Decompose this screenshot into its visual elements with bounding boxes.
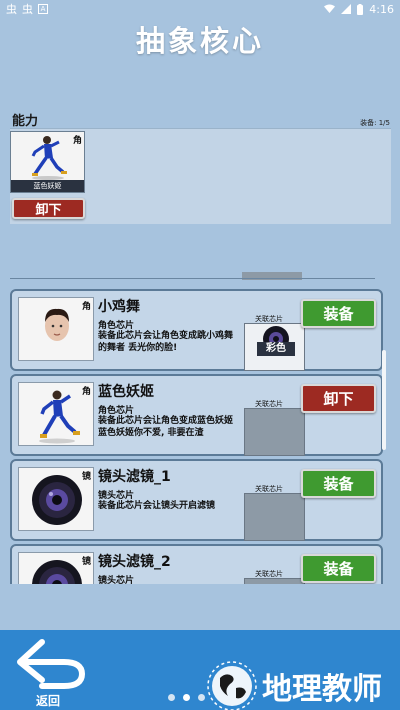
page-dot [168, 694, 175, 701]
status-time: 4:16 [369, 2, 394, 16]
linked-chip-slot[interactable] [244, 578, 305, 584]
unequip-button[interactable]: 卸下 [12, 198, 85, 219]
equip-count: 装备: 1/5 [360, 119, 390, 127]
back-label: 返回 [36, 694, 61, 708]
chip-type-tag: 角 [81, 387, 91, 397]
chip-thumbnail: 镜 [18, 467, 94, 531]
linked-chip: 彩色 [257, 324, 295, 356]
chip-name: 小鸡舞 [98, 299, 140, 315]
equipped-chip-card[interactable]: 角 蓝色妖姬 [10, 131, 85, 193]
equip-button[interactable]: 装备 [301, 469, 376, 498]
chip-type-tag: 镜 [81, 472, 91, 482]
back-arrow-icon [17, 639, 86, 689]
chip-card[interactable]: 镜 镜头滤镜_2 镜头芯片 关联芯片 装备 [10, 544, 383, 584]
chip-thumbnail: 角 [18, 297, 94, 361]
chip-type-tag: 角 [72, 136, 82, 146]
chip-description: 装备此芯片会让镜头开启滤镜 [98, 501, 216, 511]
globe-logo-icon [207, 661, 257, 710]
chip-card[interactable]: 角 蓝色妖姬 角色芯片 装备此芯片会让角色变成蓝色妖姬 蓝色妖姬你不爱, 非要在… [10, 374, 383, 456]
linked-chip-slot[interactable]: 彩色 [244, 323, 305, 371]
notification-icon: 虫 [6, 3, 17, 16]
chip-card[interactable]: 角 小鸡舞 角色芯片 装备此芯片会让角色变成跳小鸡舞的舞者 丢光你的脸! 关联芯… [10, 289, 383, 371]
linked-chip-name: 彩色 [257, 342, 295, 356]
page-dot [183, 694, 190, 701]
app-badge-icon: A [38, 4, 48, 14]
equipped-chip-name: 蓝色妖姬 [11, 180, 84, 192]
chip-name: 镜头滤镜_2 [98, 554, 171, 570]
unequip-button[interactable]: 卸下 [301, 384, 376, 413]
list-divider [10, 278, 375, 279]
chip-thumbnail: 镜 [18, 552, 94, 584]
chip-description: 装备此芯片会让角色变成蓝色妖姬 蓝色妖姬你不爱, 非要在渣 [98, 416, 234, 438]
chip-type: 镜头芯片 [98, 576, 135, 584]
watermark-text: 地理教师 [262, 672, 382, 707]
chip-name: 镜头滤镜_1 [98, 469, 171, 485]
linked-chip-slot[interactable] [244, 493, 305, 541]
linked-chip-slot[interactable] [244, 408, 305, 456]
page-dot [198, 694, 205, 701]
page-indicator [168, 694, 205, 701]
watermark: 地理教师 [206, 660, 382, 710]
chip-thumbnail: 角 [18, 382, 94, 446]
status-bar: 虫 虫 A 4:16 [0, 0, 400, 18]
chip-type-tag: 角 [81, 302, 91, 312]
chip-list[interactable]: 角 小鸡舞 角色芯片 装备此芯片会让角色变成跳小鸡舞的舞者 丢光你的脸! 关联芯… [10, 272, 386, 584]
battery-icon [357, 3, 364, 15]
list-scrollbar[interactable] [382, 350, 386, 450]
signal-icon [341, 4, 352, 14]
page-title: 抽象核心 [135, 24, 264, 58]
equip-button[interactable]: 装备 [301, 554, 376, 583]
list-top-edge [10, 272, 386, 280]
chip-name: 蓝色妖姬 [98, 384, 154, 400]
chip-card[interactable]: 镜 镜头滤镜_1 镜头芯片 装备此芯片会让镜头开启滤镜 关联芯片 装备 [10, 459, 383, 541]
chip-description: 装备此芯片会让角色变成跳小鸡舞的舞者 丢光你的脸! [98, 331, 234, 353]
ability-section-label: 能力 [12, 114, 39, 129]
equipped-panel: 角 蓝色妖姬 卸下 [10, 128, 391, 224]
chip-type-tag: 镜 [81, 557, 91, 567]
wifi-icon [324, 4, 336, 13]
notification-icon: 虫 [22, 3, 33, 16]
equip-button[interactable]: 装备 [301, 299, 376, 328]
